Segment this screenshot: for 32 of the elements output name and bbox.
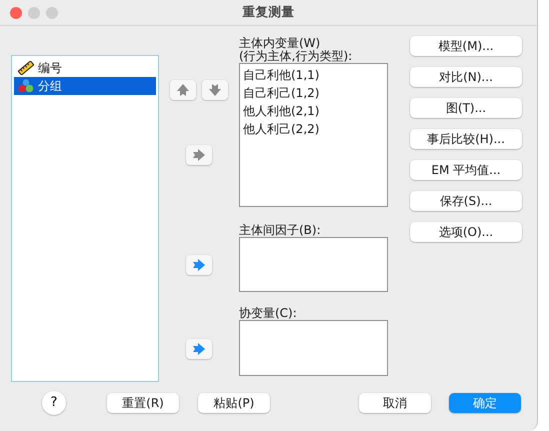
move-button[interactable] [186,339,212,359]
arrow-up-icon [176,83,190,97]
field-label: 主体间因子(B): [239,224,322,237]
list-item[interactable]: 他人利他(2,1) [243,102,384,120]
variable-item[interactable]: 编号 [14,59,156,77]
dialog-button[interactable]: 对比(N)... [410,67,522,87]
arrow-right-icon [192,148,206,162]
circles-icon [18,79,34,93]
dialog-button[interactable]: EM 平均值... [410,160,522,180]
arrow-right-icon [192,342,206,356]
ruler-icon [18,61,34,75]
list-item[interactable]: 自己利己(1,2) [243,84,384,102]
list-item[interactable]: 他人利己(2,2) [243,120,384,138]
close-button[interactable] [10,7,22,19]
field-label: 协变量(C): [239,307,298,320]
variable-item[interactable]: 分组 [14,77,156,95]
help-button[interactable]: ? [42,391,66,415]
dialog-button[interactable]: 保存(S)... [410,191,522,211]
dialog-button[interactable]: 粘贴(P) [198,393,270,413]
dialog-button[interactable]: 事后比较(H)... [410,129,522,149]
field-label: 主体内变量(W) [239,37,322,50]
move-button[interactable] [186,255,212,275]
dialog-button[interactable]: 模型(M)... [410,36,522,56]
dialog-button[interactable]: 图(T)... [410,98,522,118]
dialog-button[interactable]: 取消 [359,393,431,413]
window-title: 重复测量 [242,3,294,22]
dialog-button[interactable]: 选项(O)... [410,222,522,242]
field-label: (行为主体,行为类型): [239,50,354,63]
dialog-button[interactable]: 重置(R) [107,393,179,413]
arrow-down-icon [208,83,222,97]
arrow-right-icon [192,258,206,272]
list-item[interactable]: 自己利他(1,1) [243,66,384,84]
